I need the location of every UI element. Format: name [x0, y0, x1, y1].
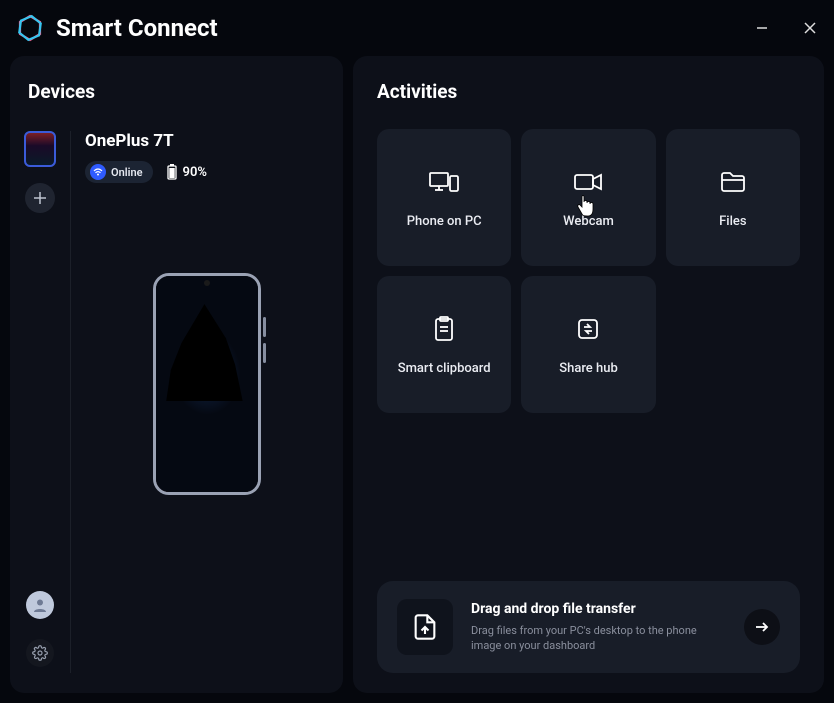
activity-card-phone-on-pc[interactable]: Phone on PC [377, 129, 511, 266]
device-rail [10, 131, 70, 673]
activity-label: Files [719, 214, 746, 229]
battery-icon [167, 164, 177, 180]
activity-card-webcam[interactable]: Webcam [521, 129, 655, 266]
file-upload-icon [397, 599, 453, 655]
wifi-icon [90, 164, 106, 180]
camera-icon [572, 166, 604, 198]
activity-label: Phone on PC [407, 214, 482, 229]
activity-card-files[interactable]: Files [666, 129, 800, 266]
share-icon [572, 313, 604, 345]
activities-title: Activities [377, 80, 800, 103]
dnd-subtitle: Drag files from your PC's desktop to the… [471, 623, 726, 654]
add-device-button[interactable] [25, 183, 55, 213]
clipboard-icon [428, 313, 460, 345]
title-bar: Smart Connect [0, 0, 834, 56]
device-name: OnePlus 7T [85, 131, 329, 151]
app-title: Smart Connect [56, 14, 218, 42]
settings-button[interactable] [26, 639, 54, 667]
devices-title: Devices [10, 80, 343, 103]
devices-panel: Devices [10, 56, 343, 693]
activities-panel: Activities Phone on PC Webcam Files Smart c… [353, 56, 824, 693]
close-button[interactable] [786, 0, 834, 56]
profile-avatar[interactable] [26, 591, 54, 619]
devices-icon [428, 166, 460, 198]
dnd-arrow-button[interactable] [744, 609, 780, 645]
dnd-title: Drag and drop file transfer [471, 601, 726, 617]
phone-preview[interactable] [85, 273, 329, 495]
activity-label: Webcam [563, 214, 614, 229]
activity-card-share-hub[interactable]: Share hub [521, 276, 655, 413]
app-logo-icon [14, 12, 46, 44]
activity-card-smart-clipboard[interactable]: Smart clipboard [377, 276, 511, 413]
battery-status: 90% [167, 164, 207, 180]
battery-value: 90% [183, 165, 207, 180]
folder-icon [717, 166, 749, 198]
device-detail: OnePlus 7T Online [70, 131, 343, 673]
activity-label: Share hub [559, 361, 618, 376]
status-label: Online [111, 166, 143, 179]
device-thumbnail[interactable] [24, 131, 56, 167]
drag-drop-card[interactable]: Drag and drop file transfer Drag files f… [377, 581, 800, 673]
activity-label: Smart clipboard [398, 361, 491, 376]
status-badge: Online [85, 161, 153, 183]
minimize-button[interactable] [738, 0, 786, 56]
